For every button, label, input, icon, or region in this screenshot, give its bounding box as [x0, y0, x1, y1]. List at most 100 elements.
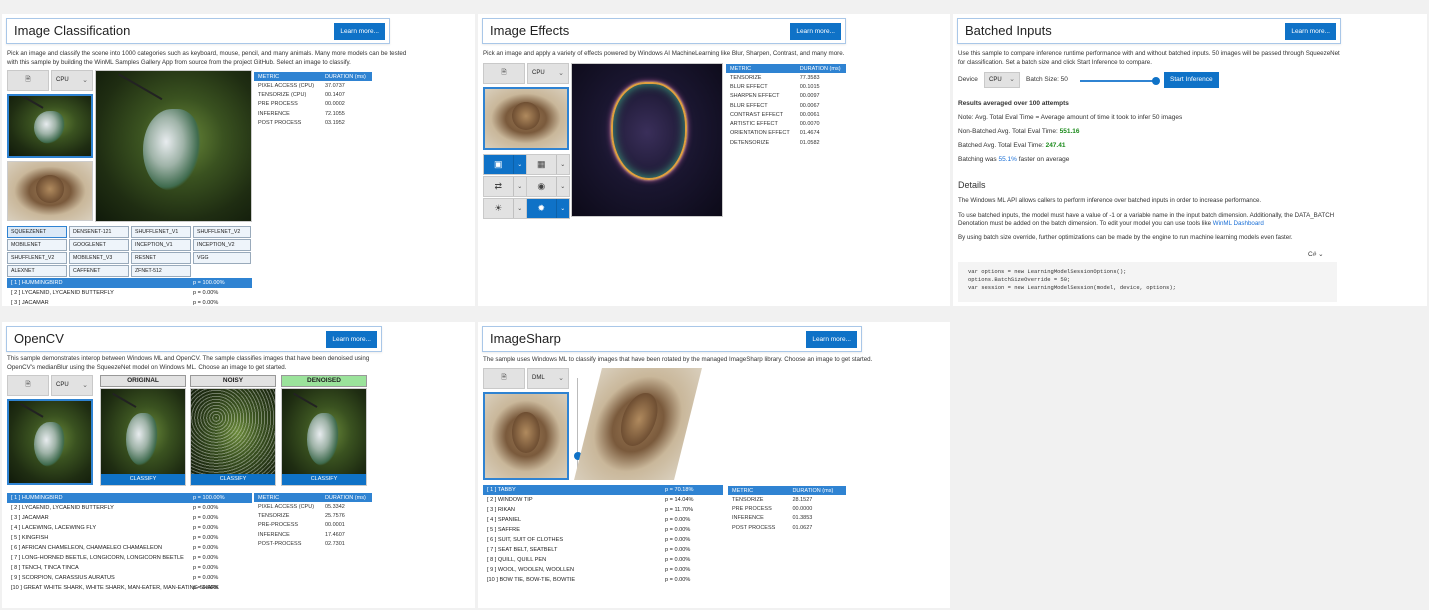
- code-line: var session = new LearningModelSession(m…: [968, 284, 1176, 291]
- stats-row: BLUR EFFECT 00.0067: [730, 102, 820, 109]
- chevron-down-icon[interactable]: ⌄: [512, 155, 526, 174]
- device-select[interactable]: CPU ⌄: [527, 63, 569, 84]
- model-tag[interactable]: MOBILENET: [7, 239, 67, 251]
- model-tag[interactable]: SHUFFLENET_V2: [7, 252, 67, 264]
- result-row: [ 3 ] RIKAN p = 11.70%: [487, 507, 694, 513]
- model-tag[interactable]: RESNET: [131, 252, 191, 264]
- model-tag[interactable]: SHUFFLENET_V1: [131, 226, 191, 238]
- description: Use this sample to compare inference run…: [958, 50, 1340, 66]
- learn-more-button[interactable]: Learn more...: [334, 23, 385, 40]
- learn-more-button[interactable]: Learn more...: [326, 331, 377, 348]
- model-tag[interactable]: GOOGLENET: [69, 239, 129, 251]
- brightness-effect-button[interactable]: ☀ ⌄: [483, 198, 527, 219]
- thumbnail-cat[interactable]: [483, 392, 569, 480]
- stats-row: PRE PROCESS 00.0002: [258, 101, 345, 108]
- thumbnail-cat[interactable]: [7, 161, 93, 221]
- file-icon: 🗎: [25, 381, 31, 388]
- file-icon: 🗎: [25, 76, 31, 83]
- stats-header-duration: DURATION (ms): [320, 72, 372, 81]
- model-tag[interactable]: DENSENET-121: [69, 226, 129, 238]
- batch-size-slider-knob[interactable]: [1152, 77, 1160, 85]
- effect-output-preview: [571, 63, 723, 217]
- learn-more-button[interactable]: Learn more...: [1285, 23, 1336, 40]
- result-row: [ 1 ] TABBY p = 70.18%: [483, 485, 723, 495]
- shuffle-icon: ⇄: [494, 181, 503, 191]
- file-open-button[interactable]: 🗎: [483, 63, 525, 84]
- thumbnail-hummingbird[interactable]: [7, 94, 93, 158]
- page-title: ImageSharp: [490, 331, 561, 346]
- model-tag[interactable]: SHUFFLENET_V2: [193, 226, 251, 238]
- thumbnail-cat[interactable]: [483, 87, 569, 150]
- result-row: [ 6 ] SUIT, SUIT OF CLOTHES p = 0.00%: [487, 537, 691, 543]
- description: The sample uses Windows ML to classify i…: [483, 356, 873, 363]
- speedup-value: 55.1%: [998, 156, 1017, 163]
- stats-header-metric: METRIC: [254, 72, 321, 81]
- result-row: [ 1 ] HUMMINGBIRD p = 100.00%: [7, 493, 252, 503]
- non-batched-value: 551.16: [1059, 128, 1080, 135]
- code-line: var options = new LearningModelSessionOp…: [968, 268, 1127, 275]
- brightness-icon: ☀: [494, 203, 503, 213]
- model-tag[interactable]: MOBILENET_V3: [69, 252, 129, 264]
- artistic-effect-button[interactable]: ✹ ⌄: [526, 198, 570, 219]
- device-value: CPU: [56, 382, 69, 388]
- opencv-header: OpenCV Learn more...: [6, 326, 382, 352]
- result-row: [ 2 ] WINDOW TIP p = 14.04%: [487, 497, 694, 503]
- file-open-button[interactable]: 🗎: [483, 368, 525, 389]
- result-row: [ 2 ] LYCAENID, LYCAENID BUTTERFLY p = 0.…: [11, 505, 219, 511]
- sharpen-effect-button[interactable]: ▦ ⌄: [526, 154, 570, 175]
- model-tag-squeezenet[interactable]: SQUEEZENET: [7, 226, 67, 238]
- stats-header-duration: DURATION (ms): [788, 486, 846, 495]
- classify-button[interactable]: CLASSIFY: [191, 474, 275, 485]
- stats-row: ORIENTATION EFFECT 01.4674: [730, 130, 820, 137]
- device-select[interactable]: CPU ⌄: [51, 70, 93, 91]
- chevron-down-icon: ⌄: [82, 77, 88, 84]
- imagesharp-panel: ImageSharp Learn more... The sample uses…: [478, 322, 950, 608]
- chevron-down-icon[interactable]: ⌄: [555, 155, 569, 174]
- blur-effect-button[interactable]: ▣ ⌄: [483, 154, 527, 175]
- results-list: [ 1 ] HUMMINGBIRD p = 100.00% [ 2 ] LYCAE…: [7, 493, 252, 593]
- batch-size-slider-fill: [1080, 80, 1156, 82]
- page-title: Image Classification: [14, 23, 131, 38]
- classify-button[interactable]: CLASSIFY: [101, 474, 185, 485]
- language-selector[interactable]: C# ⌄: [1308, 250, 1324, 258]
- model-tag[interactable]: INCEPTION_V1: [131, 239, 191, 251]
- start-inference-button[interactable]: Start Inference: [1164, 72, 1219, 88]
- chevron-down-icon: ⌄: [558, 375, 564, 382]
- stats-row: TENSORIZE (CPU) 00.1407: [258, 91, 345, 98]
- model-tag[interactable]: INCEPTION_V2: [193, 239, 251, 251]
- shuffle-effect-button[interactable]: ⇄ ⌄: [483, 176, 527, 197]
- code-line: options.BatchSizeOverride = 50;: [968, 276, 1071, 283]
- description: Pick an image and apply a variety of eff…: [483, 50, 845, 57]
- stats-row: POST PROCESS 01.0627: [732, 524, 813, 531]
- model-tag[interactable]: VGG: [193, 252, 251, 264]
- winml-dashboard-link[interactable]: WinML Dashboard: [1213, 220, 1264, 227]
- sharpen-icon: ▦: [537, 159, 546, 169]
- effects-header: Image Effects Learn more...: [482, 18, 846, 44]
- chevron-down-icon[interactable]: ⌄: [555, 199, 569, 218]
- chevron-down-icon[interactable]: ⌄: [555, 177, 569, 196]
- chevron-down-icon[interactable]: ⌄: [512, 199, 526, 218]
- device-select[interactable]: CPU ⌄: [984, 72, 1020, 88]
- file-icon: 🗎: [501, 69, 507, 76]
- learn-more-button[interactable]: Learn more...: [806, 331, 857, 348]
- stats-row: TENSORIZE 77.3583: [730, 74, 820, 81]
- file-open-button[interactable]: 🗎: [7, 70, 49, 91]
- device-select[interactable]: DML ⌄: [527, 368, 569, 389]
- view-effect-button[interactable]: ◉ ⌄: [526, 176, 570, 197]
- thumbnail-hummingbird[interactable]: [7, 399, 93, 485]
- device-select[interactable]: CPU ⌄: [51, 375, 93, 396]
- learn-more-button[interactable]: Learn more...: [790, 23, 841, 40]
- page-title: Image Effects: [490, 23, 570, 38]
- chevron-down-icon[interactable]: ⌄: [512, 177, 526, 196]
- classify-button[interactable]: CLASSIFY: [282, 474, 366, 485]
- stats-header-metric: METRIC: [728, 486, 789, 495]
- blur-icon: ▣: [494, 159, 503, 169]
- original-column-header: ORIGINAL: [100, 375, 186, 387]
- model-tag[interactable]: ALEXNET: [7, 265, 67, 277]
- file-open-button[interactable]: 🗎: [7, 375, 49, 396]
- device-value: CPU: [56, 77, 69, 83]
- result-row: [ 5 ] KINGFISH p = 0.00%: [11, 535, 219, 541]
- model-tag[interactable]: ZFNET-512: [131, 265, 191, 277]
- stats-row: SHARPEN EFFECT 00.0097: [730, 93, 820, 100]
- model-tag[interactable]: CAFFENET: [69, 265, 129, 277]
